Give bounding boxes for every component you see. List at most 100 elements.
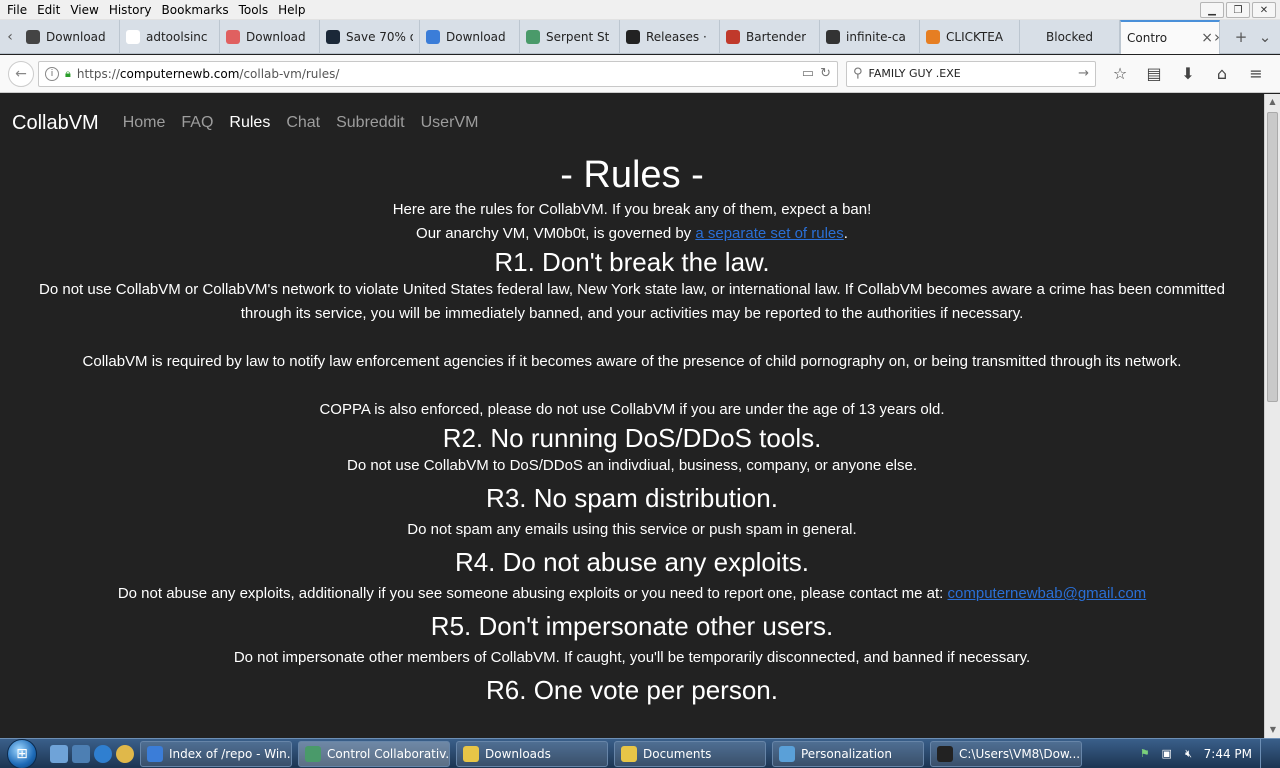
menu-edit[interactable]: Edit <box>32 3 65 17</box>
taskbar-item-downloads[interactable]: Downloads <box>456 740 608 767</box>
taskbar-item-index-repo[interactable]: Index of /repo - Win... <box>140 740 292 767</box>
scrollbar-thumb[interactable] <box>1267 112 1278 402</box>
taskbar-label: Index of /repo - Win... <box>169 746 292 761</box>
windows-taskbar: ⊞ Index of /repo - Win... Control Collab… <box>0 738 1280 768</box>
restore-button[interactable]: ❐ <box>1226 2 1250 18</box>
menu-file[interactable]: File <box>2 3 32 17</box>
page-scrollbar[interactable]: ▲ ▼ <box>1264 94 1280 738</box>
nav-faq[interactable]: FAQ <box>181 114 213 132</box>
minimize-button[interactable]: ▁ <box>1200 2 1224 18</box>
nav-rules[interactable]: Rules <box>229 114 270 132</box>
rule-5-heading: R5. Don't impersonate other users. <box>430 611 834 641</box>
window-controls: ▁ ❐ ✕ <box>1200 2 1276 18</box>
tab-adtoolsinc[interactable]: adtoolsinc <box>120 19 220 54</box>
menu-history[interactable]: History <box>104 3 157 17</box>
nav-home[interactable]: Home <box>123 114 166 132</box>
home-icon[interactable]: ⌂ <box>1212 64 1232 83</box>
rule-3-paragraph: Do not spam any emails using this servic… <box>407 521 857 538</box>
scroll-down-icon[interactable]: ▼ <box>1265 722 1280 738</box>
tab-active-control[interactable]: Contro × <box>1120 19 1220 54</box>
archive-icon <box>937 745 953 762</box>
tab-strip: ‹ Download adtoolsinc Download Save 70% … <box>0 19 1280 54</box>
internet-explorer-icon[interactable] <box>94 744 112 763</box>
nav-uservm[interactable]: UserVM <box>421 114 479 132</box>
site-brand[interactable]: CollabVM <box>12 112 99 135</box>
tab-releases[interactable]: Releases · <box>620 19 720 54</box>
search-go-icon[interactable]: → <box>1078 66 1089 81</box>
library-icon[interactable]: ▤ <box>1144 64 1164 83</box>
reader-view-icon[interactable]: ▭ <box>802 66 814 81</box>
show-desktop-icon[interactable] <box>50 744 68 763</box>
steam-icon <box>326 29 340 44</box>
menu-help[interactable]: Help <box>273 3 310 17</box>
search-input[interactable] <box>868 67 1073 80</box>
chevron-down-icon[interactable]: ⌄ <box>1256 28 1274 46</box>
tab-label: Save 70% o <box>346 29 413 44</box>
contact-email-link[interactable]: computernewbab@gmail.com <box>948 585 1147 602</box>
tab-label: Download <box>246 29 306 44</box>
nav-toolbar: ☆ ▤ ⬇ ⌂ ≡ <box>1110 64 1266 83</box>
start-button[interactable]: ⊞ <box>0 738 44 768</box>
tab-clicktea[interactable]: CLICKTEA <box>920 19 1020 54</box>
volume-muted-icon[interactable]: 🔇︎ <box>1182 747 1196 761</box>
taskbar-label: Personalization <box>801 746 892 761</box>
navigation-bar: ← i 🔒︎ https://computernewb.com/collab-v… <box>0 55 1280 93</box>
rule-1-paragraph-1: Do not use CollabVM or CollabVM's networ… <box>39 281 1225 322</box>
scroll-up-icon[interactable]: ▲ <box>1265 94 1280 110</box>
tab-infinite[interactable]: infinite-ca <box>820 19 920 54</box>
rule-1-heading: R1. Don't break the law. <box>494 247 770 277</box>
taskbar-item-7zip[interactable]: C:\Users\VM8\Dow... <box>930 740 1082 767</box>
network-icon[interactable]: ▣ <box>1160 747 1174 761</box>
tab-steam-save[interactable]: Save 70% o <box>320 19 420 54</box>
chrome-icon[interactable] <box>116 744 134 763</box>
windows-logo-icon: ⊞ <box>7 738 37 768</box>
hamburger-menu-icon[interactable]: ≡ <box>1246 64 1266 83</box>
search-bar[interactable]: ⚲ → <box>846 60 1096 87</box>
url-text[interactable]: https://computernewb.com/collab-vm/rules… <box>77 67 796 81</box>
tab-serpent[interactable]: Serpent St <box>520 19 620 54</box>
tab-favicon-icon <box>1026 29 1040 44</box>
close-window-button[interactable]: ✕ <box>1252 2 1276 18</box>
nav-subreddit[interactable]: Subreddit <box>336 114 405 132</box>
separate-rules-link[interactable]: a separate set of rules <box>695 225 843 242</box>
tab-blocked[interactable]: Blocked <box>1020 19 1120 54</box>
downloads-icon[interactable]: ⬇ <box>1178 64 1198 83</box>
switch-windows-icon[interactable] <box>72 744 90 763</box>
show-desktop-button[interactable] <box>1260 739 1272 768</box>
info-icon[interactable]: i <box>45 66 59 81</box>
nav-chat[interactable]: Chat <box>286 114 320 132</box>
url-prefix: https:// <box>76 66 120 81</box>
tab-label: Releases · <box>646 29 707 44</box>
intro-line-1: Here are the rules for CollabVM. If you … <box>392 201 872 218</box>
taskbar-item-documents[interactable]: Documents <box>614 740 766 767</box>
menu-tools[interactable]: Tools <box>234 3 274 17</box>
url-path: /collab-vm/rules/ <box>239 66 340 81</box>
action-center-icon[interactable]: ⚑ <box>1138 747 1152 761</box>
rule-1-paragraph-2: CollabVM is required by law to notify la… <box>82 353 1182 370</box>
tab-scroll-left-icon[interactable]: ‹ <box>0 20 20 54</box>
tab-label: Download <box>446 29 506 44</box>
tab-label: Blocked <box>1046 29 1094 44</box>
folder-icon <box>463 745 479 762</box>
tab-label: adtoolsinc <box>146 29 208 44</box>
tab-scroll-right-icon[interactable]: › <box>1208 28 1226 46</box>
new-tab-icon[interactable]: + <box>1232 28 1250 46</box>
tab-bartender[interactable]: Bartender <box>720 19 820 54</box>
bookmark-star-icon[interactable]: ☆ <box>1110 64 1130 83</box>
back-button[interactable]: ← <box>8 60 34 87</box>
site-navbar: CollabVM Home FAQ Rules Chat Subreddit U… <box>0 94 1264 152</box>
reload-icon[interactable]: ↻ <box>820 66 831 81</box>
paw-icon <box>826 29 840 44</box>
tab-favicon-icon <box>926 29 940 44</box>
menu-bookmarks[interactable]: Bookmarks <box>157 3 234 17</box>
taskbar-item-control[interactable]: Control Collaborativ... <box>298 740 450 767</box>
tab-download-2[interactable]: Download <box>220 19 320 54</box>
tab-download-1[interactable]: Download <box>20 19 120 54</box>
taskbar-item-personalization[interactable]: Personalization <box>772 740 924 767</box>
menu-view[interactable]: View <box>65 3 103 17</box>
clock[interactable]: 7:44 PM <box>1204 747 1252 761</box>
tab-download-3[interactable]: Download <box>420 19 520 54</box>
url-bar[interactable]: i 🔒︎ https://computernewb.com/collab-vm/… <box>38 60 838 87</box>
browser-icon <box>147 745 163 762</box>
taskbar-label: C:\Users\VM8\Dow... <box>959 746 1081 761</box>
